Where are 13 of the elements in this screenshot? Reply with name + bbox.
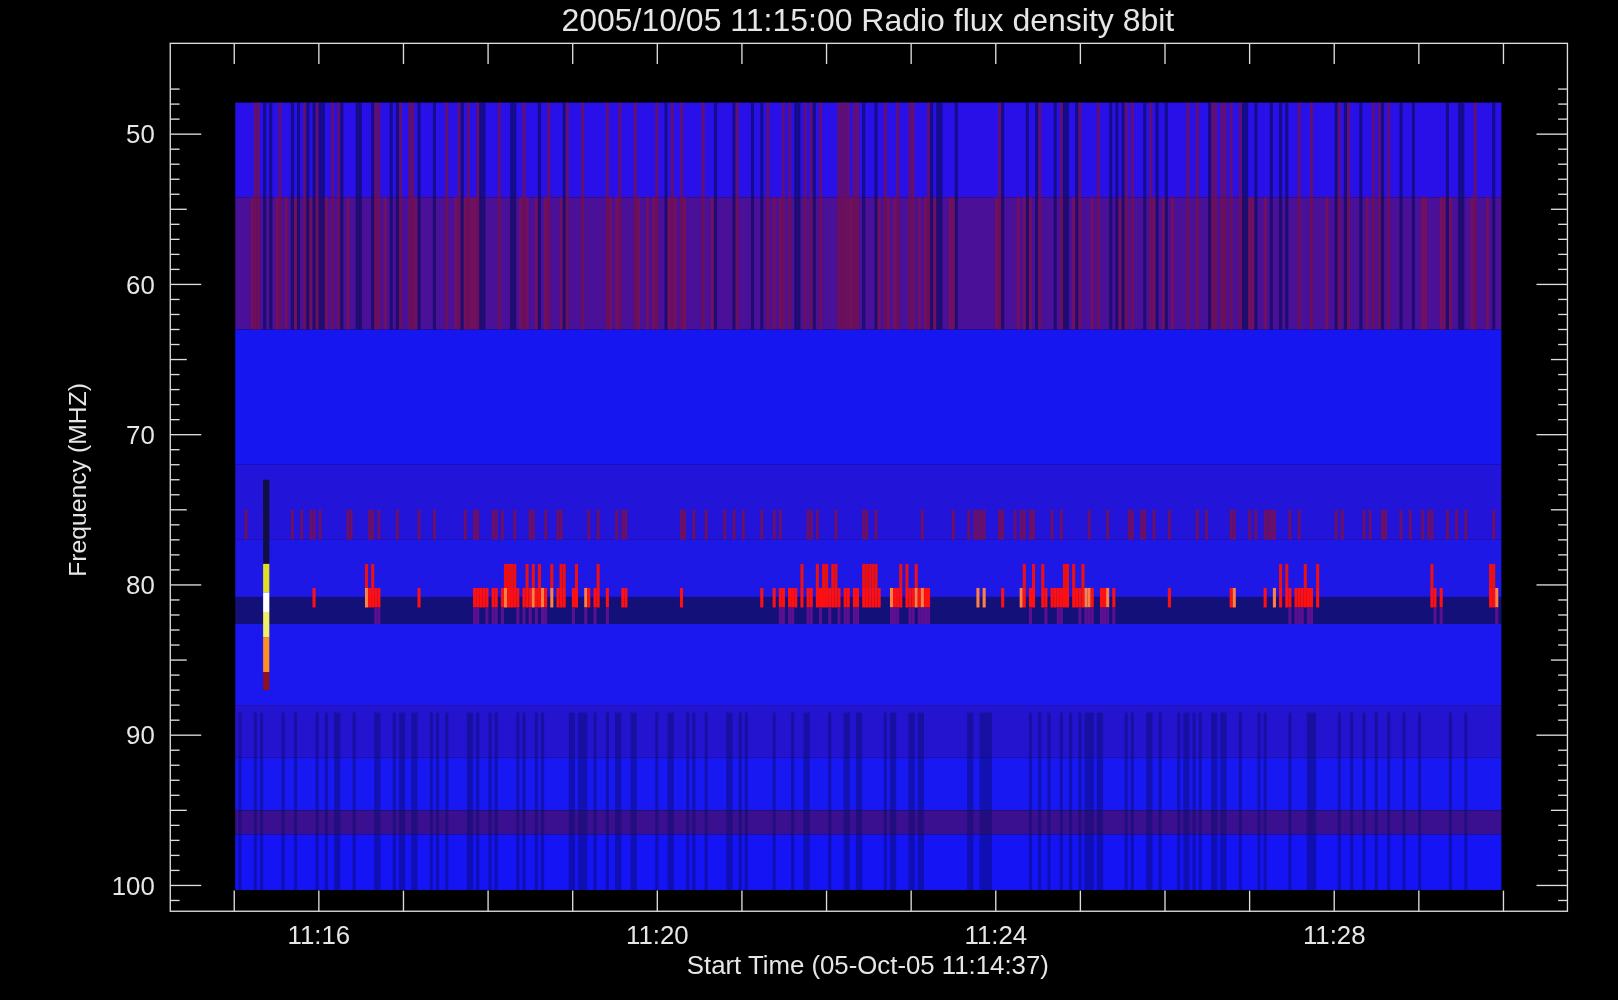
y-tick-label: 80 xyxy=(126,571,155,600)
x-tick-label: 11:20 xyxy=(626,921,689,950)
y-axis-label: Frequency (MHZ) xyxy=(63,382,91,577)
x-tick-label: 11:28 xyxy=(1302,921,1366,950)
y-tick-label: 60 xyxy=(126,270,155,299)
y-tick-label: 90 xyxy=(126,721,155,750)
x-tick-label: 11:16 xyxy=(287,921,351,950)
x-axis-label: Start Time (05-Oct-05 11:14:37) xyxy=(686,951,1049,980)
y-tick-label: 100 xyxy=(111,871,155,900)
x-tick-label: 11:24 xyxy=(964,921,1028,950)
y-tick-label: 50 xyxy=(126,120,155,149)
y-tick-label: 70 xyxy=(126,420,155,449)
chart-title: 2005/10/05 11:15:00 Radio flux density 8bit xyxy=(561,1,1175,38)
